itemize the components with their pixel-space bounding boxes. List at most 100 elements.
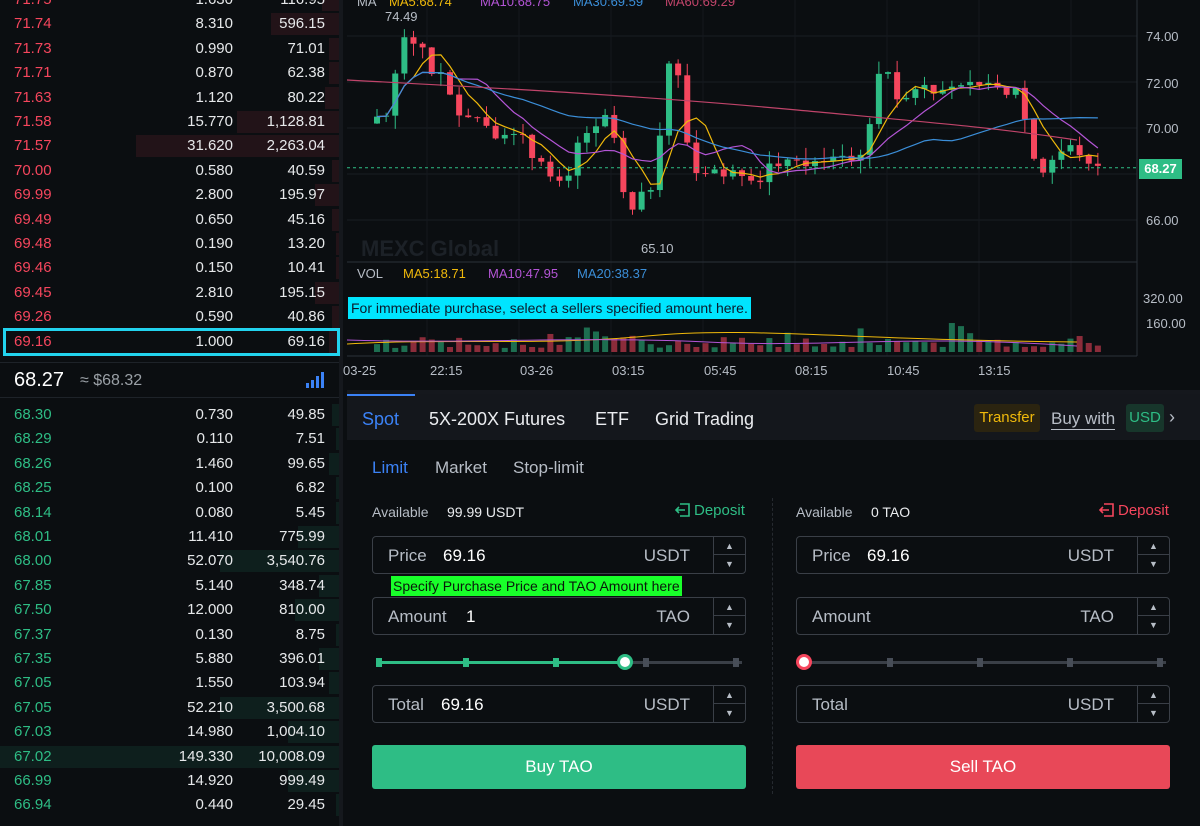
ask-row[interactable]: 71.57 31.620 2,263.04 [0,134,339,158]
buy-price-field[interactable]: Price 69.16 USDT ▲ ▼ [372,536,746,574]
order-total: 7.51 [295,430,325,448]
ask-row[interactable]: 71.58 15.770 1,128.81 [0,110,339,134]
ask-row[interactable]: 70.00 0.580 40.59 [0,159,339,183]
candlestick-chart[interactable] [347,0,1200,386]
trade-panel: Spot 5X-200X Futures ETF Grid Trading Tr… [347,390,1200,826]
ask-row[interactable]: 69.99 2.800 195.97 [0,183,339,207]
slider-tick[interactable] [463,658,469,667]
bid-row[interactable]: 68.30 0.730 49.85 [0,403,339,427]
bid-row[interactable]: 67.05 1.550 103.94 [0,671,339,695]
price-stepper[interactable]: ▲ ▼ [1137,537,1169,573]
caret-down-icon[interactable]: ▼ [1138,555,1169,573]
signal-bars-icon[interactable] [305,372,325,388]
buy-price-value[interactable]: 69.16 [443,546,486,566]
bid-row[interactable]: 66.94 0.440 29.45 [0,793,339,817]
buy-button[interactable]: Buy TAO [372,745,746,789]
sell-deposit-link[interactable]: Deposit [1099,502,1169,519]
chevron-right-icon[interactable]: › [1169,407,1175,428]
ask-row[interactable]: 69.26 0.590 40.86 [0,305,339,329]
tab-etf[interactable]: ETF [595,409,629,430]
order-total: 62.38 [287,64,325,82]
volume-bar [739,337,745,352]
caret-down-icon[interactable]: ▼ [1138,616,1169,634]
bid-row[interactable]: 66.99 14.920 999.49 [0,769,339,793]
caret-up-icon[interactable]: ▲ [714,686,745,704]
buy-with-link[interactable]: Buy with [1051,409,1116,430]
bid-row[interactable]: 67.05 52.210 3,500.68 [0,696,339,720]
bid-row[interactable]: 68.01 11.410 775.99 [0,525,339,549]
ask-row[interactable]: 69.45 2.810 195.15 [0,281,339,305]
slider-tick[interactable] [733,658,739,667]
slider-handle[interactable] [616,654,633,670]
bid-row[interactable]: 67.85 5.140 348.74 [0,574,339,598]
tab-futures[interactable]: 5X-200X Futures [429,409,565,430]
order-type-market[interactable]: Market [435,458,487,478]
last-price-tag: 68.27 [1139,159,1182,179]
bid-row[interactable]: 67.37 0.130 8.75 [0,623,339,647]
price-tick: 66.00 [1146,213,1179,228]
ask-row[interactable]: 71.73 0.990 71.01 [0,37,339,61]
bid-row[interactable]: 68.26 1.460 99.65 [0,452,339,476]
price-label: Price [388,546,427,565]
buy-amount-field[interactable]: Amount 1 TAO ▲ ▼ [372,597,746,635]
buy-total-value[interactable]: 69.16 [441,695,484,715]
ask-row[interactable]: 71.71 0.870 62.38 [0,61,339,85]
buy-amount-value[interactable]: 1 [466,607,475,627]
sell-button[interactable]: Sell TAO [796,745,1170,789]
transfer-button[interactable]: Transfer [974,404,1040,432]
low-marker: 65.10 [641,241,674,256]
caret-up-icon[interactable]: ▲ [1138,598,1169,616]
ask-row[interactable]: 69.46 0.150 10.41 [0,256,339,280]
bid-row[interactable]: 68.14 0.080 5.45 [0,501,339,525]
amount-stepper[interactable]: ▲ ▼ [1137,598,1169,634]
sell-price-value[interactable]: 69.16 [867,546,910,566]
total-stepper[interactable]: ▲ ▼ [713,686,745,722]
order-type-stop-limit[interactable]: Stop-limit [513,458,584,478]
ask-row[interactable]: 71.74 8.310 596.15 [0,12,339,36]
volume-bar [1012,342,1019,352]
caret-up-icon[interactable]: ▲ [1138,537,1169,555]
bid-row[interactable]: 68.29 0.110 7.51 [0,427,339,451]
ask-row[interactable]: 71.63 1.120 80.22 [0,86,339,110]
order-type-limit[interactable]: Limit [372,458,408,478]
amount-stepper[interactable]: ▲ ▼ [713,598,745,634]
ask-row[interactable]: 69.49 0.650 45.16 [0,208,339,232]
sell-price-field[interactable]: Price 69.16 USDT ▲ ▼ [796,536,1170,574]
caret-down-icon[interactable]: ▼ [714,555,745,573]
slider-tick[interactable] [887,658,893,667]
bid-row[interactable]: 67.50 12.000 810.00 [0,598,339,622]
caret-up-icon[interactable]: ▲ [714,537,745,555]
slider-tick[interactable] [553,658,559,667]
caret-down-icon[interactable]: ▼ [714,704,745,722]
currency-badge[interactable]: USD [1126,404,1164,432]
caret-down-icon[interactable]: ▼ [1138,704,1169,722]
buy-deposit-link[interactable]: Deposit [675,502,745,519]
ask-row[interactable]: 69.48 0.190 13.20 [0,232,339,256]
bid-row[interactable]: 68.00 52.070 3,540.76 [0,549,339,573]
slider-handle[interactable] [796,654,812,670]
ask-row[interactable]: 71.75 1.630 116.95 [0,0,339,12]
total-stepper[interactable]: ▲ ▼ [1137,686,1169,722]
bid-row[interactable]: 68.25 0.100 6.82 [0,476,339,500]
slider-tick[interactable] [643,658,649,667]
sell-amount-slider[interactable] [796,652,1166,672]
sell-amount-field[interactable]: Amount TAO ▲ ▼ [796,597,1170,635]
slider-tick[interactable] [1157,658,1163,667]
price-chart[interactable]: MEXC Global MA MA5:68.74 MA10:68.75 MA30… [343,0,1200,386]
caret-up-icon[interactable]: ▲ [714,598,745,616]
bid-row[interactable]: 67.35 5.880 396.01 [0,647,339,671]
tab-spot[interactable]: Spot [362,409,399,430]
bid-row[interactable]: 67.03 14.980 1,004.10 [0,720,339,744]
buy-amount-slider[interactable] [376,652,742,672]
sell-total-field[interactable]: Total USDT ▲ ▼ [796,685,1170,723]
slider-tick[interactable] [376,658,382,667]
tab-grid-trading[interactable]: Grid Trading [655,409,754,430]
caret-up-icon[interactable]: ▲ [1138,686,1169,704]
slider-track[interactable] [800,661,1166,664]
slider-tick[interactable] [1067,658,1073,667]
bid-row[interactable]: 67.02 149.330 10,008.09 [0,745,339,769]
price-stepper[interactable]: ▲ ▼ [713,537,745,573]
buy-total-field[interactable]: Total 69.16 USDT ▲ ▼ [372,685,746,723]
slider-tick[interactable] [977,658,983,667]
caret-down-icon[interactable]: ▼ [714,616,745,634]
